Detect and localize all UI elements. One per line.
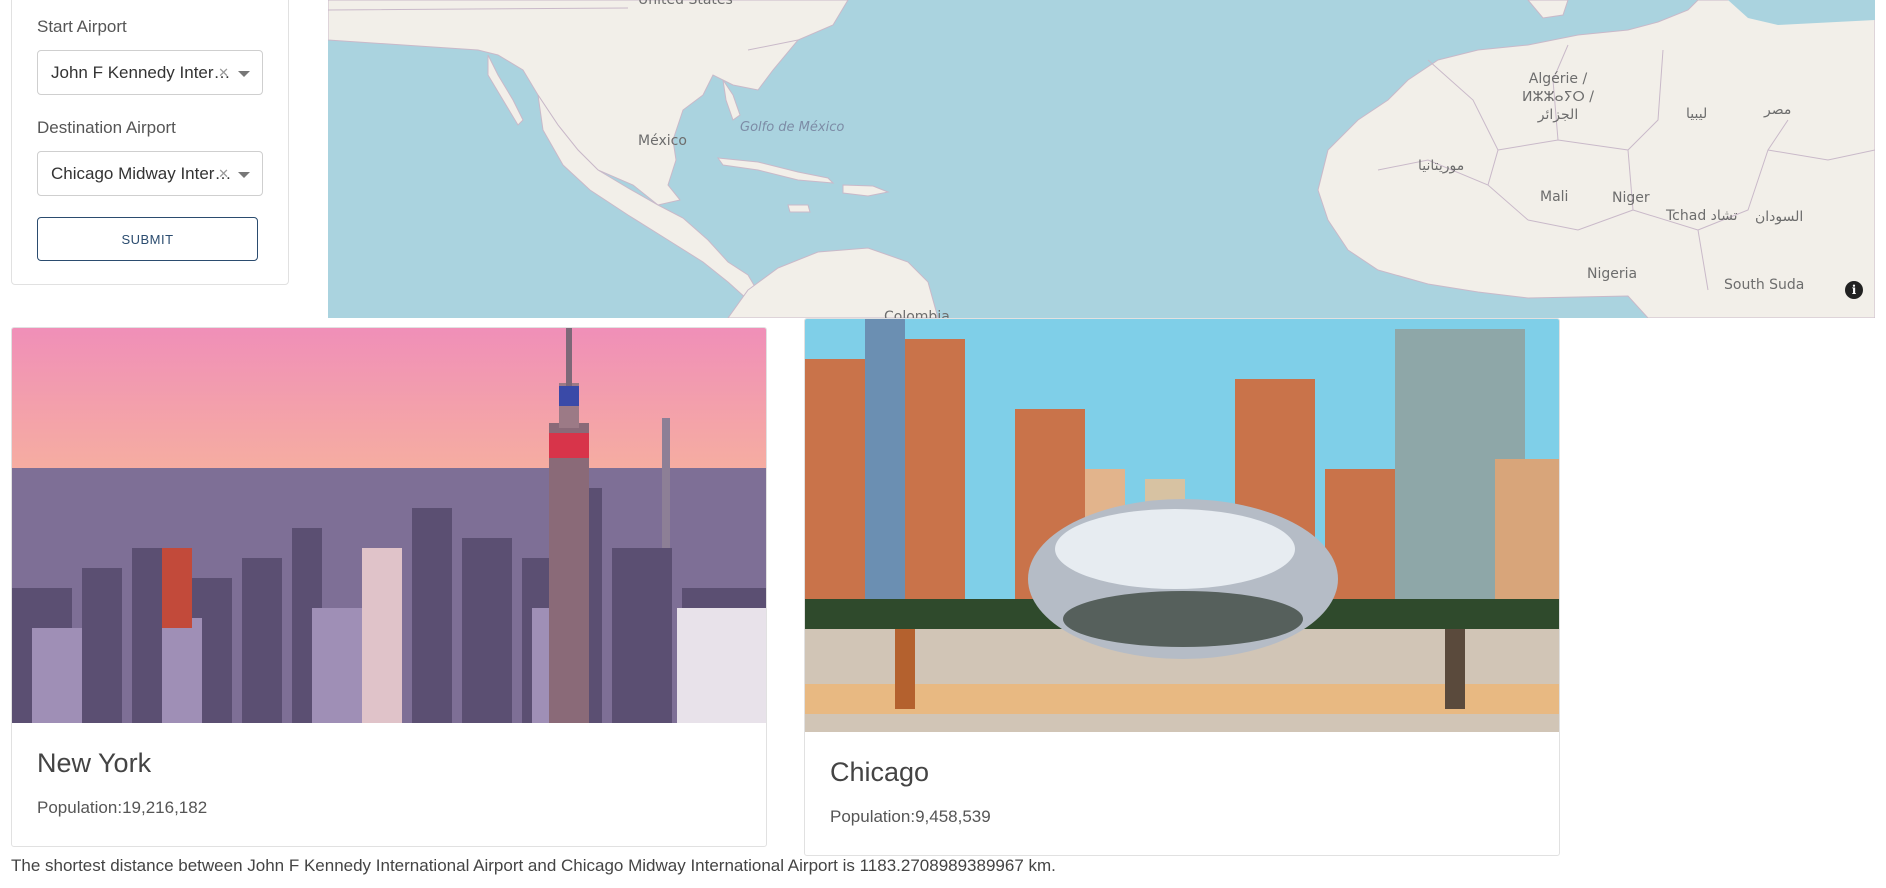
clear-icon[interactable]: ✕ <box>218 152 229 195</box>
map-label-mali: Mali <box>1540 189 1569 205</box>
new-york-skyline-photo <box>12 328 766 723</box>
clear-icon[interactable]: ✕ <box>218 51 229 94</box>
map-label-algeria: Algérie / ⵍⵣⵣⴰⵢⵔ / الجزائر <box>1521 71 1595 123</box>
map-label-gulf: Golfo de México <box>740 120 845 135</box>
map-label-south-sudan: South Suda <box>1724 277 1805 293</box>
destination-airport-label: Destination Airport <box>37 118 176 137</box>
submit-button[interactable]: SUBMIT <box>37 217 258 261</box>
distance-result-text: The shortest distance between John F Ken… <box>11 856 1056 875</box>
map-label-colombia: Colombia <box>884 309 950 318</box>
start-airport-label: Start Airport <box>37 17 127 36</box>
city-population: Population:19,216,182 <box>37 798 208 817</box>
map-label-niger: Niger <box>1612 190 1650 206</box>
city-card-start: New York Population:19,216,182 <box>11 327 767 847</box>
map-label-mauritania: موريتانيا <box>1418 158 1465 174</box>
route-map[interactable]: United States México Golfo de México Alg… <box>328 0 1875 318</box>
map-label-chad: Tchad تشاد <box>1666 208 1738 224</box>
airport-form-card: Start Airport John F Kennedy Internation… <box>11 0 289 285</box>
map-tiles <box>328 0 1875 318</box>
info-icon[interactable]: i <box>1845 281 1863 299</box>
map-label-nigeria: Nigeria <box>1587 266 1638 282</box>
destination-airport-select[interactable]: Chicago Midway International Airport ✕ <box>37 151 263 196</box>
map-label-egypt: مصر <box>1764 102 1792 118</box>
map-label-sudan: السودان <box>1755 209 1804 225</box>
map-label-united-states: United States <box>638 0 733 8</box>
city-population: Population:9,458,539 <box>830 807 991 826</box>
city-card-destination: Chicago Population:9,458,539 <box>804 318 1560 856</box>
start-airport-value: John F Kennedy International Airport <box>51 63 237 82</box>
map-label-mexico: México <box>638 133 687 149</box>
chevron-down-icon[interactable] <box>238 172 250 178</box>
destination-airport-value: Chicago Midway International Airport <box>51 164 237 183</box>
start-airport-select[interactable]: John F Kennedy International Airport ✕ <box>37 50 263 95</box>
city-name: New York <box>37 748 152 778</box>
chevron-down-icon[interactable] <box>238 71 250 77</box>
chicago-bean-photo <box>805 319 1559 732</box>
city-name: Chicago <box>830 757 930 787</box>
map-label-libya: ليبيا <box>1686 106 1708 122</box>
